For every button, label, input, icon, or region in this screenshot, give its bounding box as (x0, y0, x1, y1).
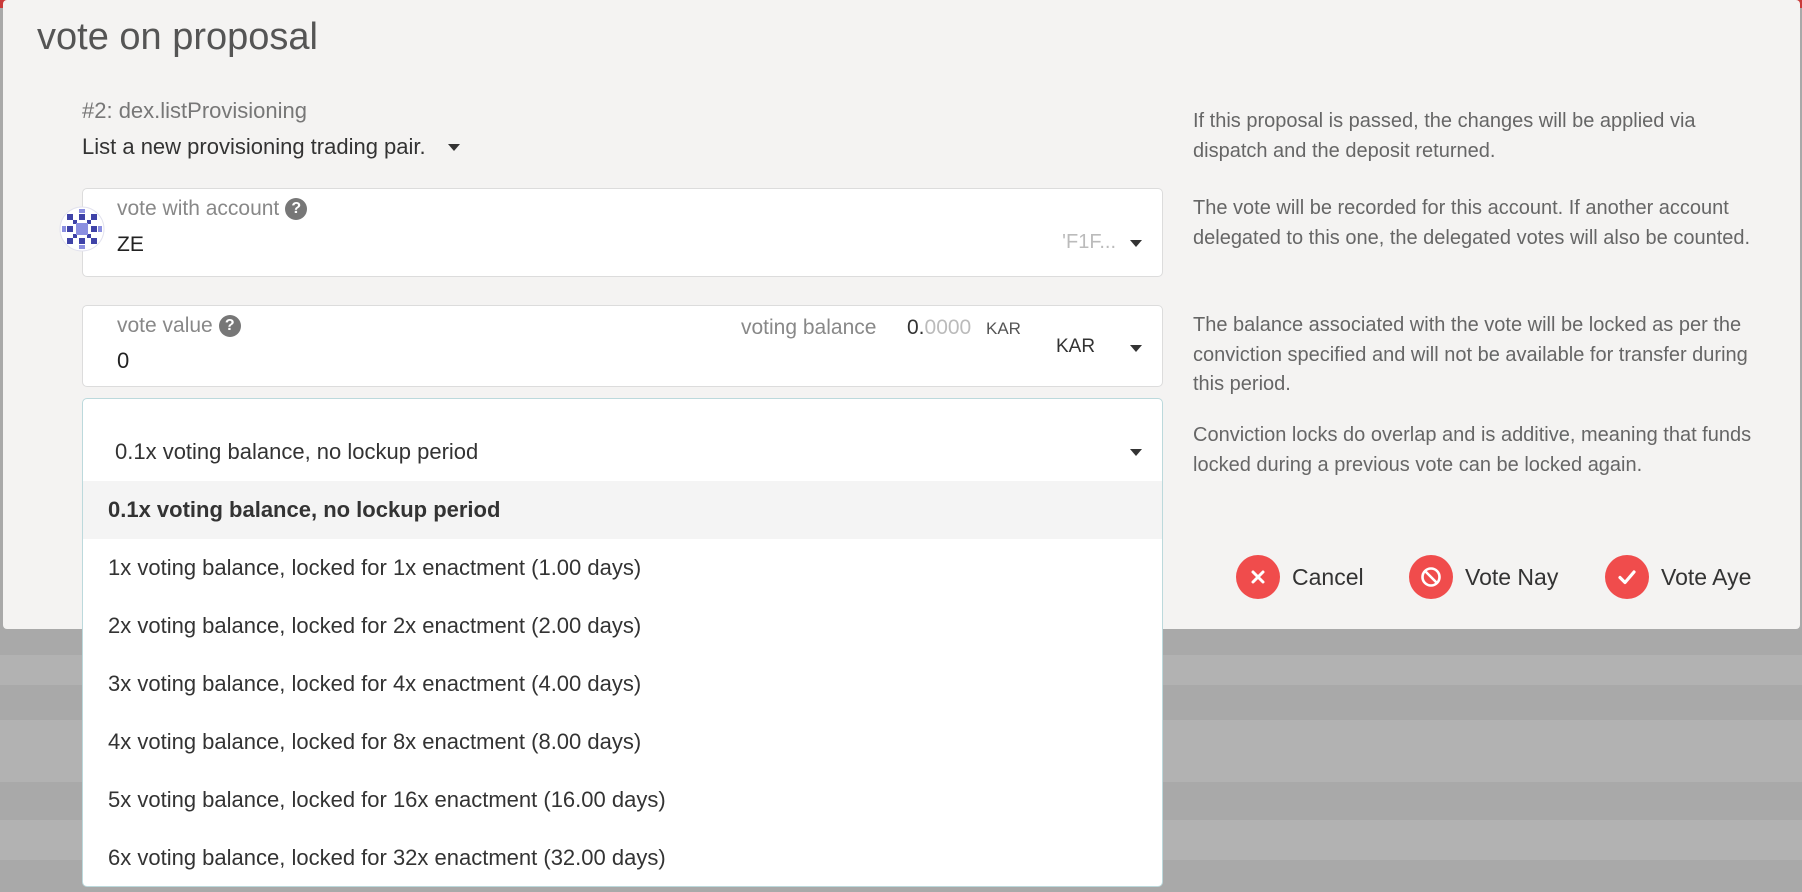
account-avatar-icon (59, 206, 105, 252)
account-label-row: vote with account ? (117, 197, 308, 221)
cancel-button[interactable]: Cancel (1236, 555, 1364, 599)
proposal-id: #2: dex.listProvisioning (82, 98, 308, 123)
conviction-option[interactable]: 6x voting balance, locked for 32x enactm… (83, 829, 1162, 886)
chevron-down-icon (1130, 240, 1142, 247)
modal-title: vote on proposal (37, 16, 318, 58)
help-text-balance: The balance associated with the vote wil… (1193, 314, 1748, 395)
account-name: ZE (117, 233, 144, 256)
conviction-selected[interactable]: 0.1x voting balance, no lockup period (115, 439, 478, 465)
conviction-option[interactable]: 4x voting balance, locked for 8x enactme… (83, 713, 1162, 771)
voting-balance-unit: KAR (986, 319, 1021, 338)
conviction-option[interactable]: 1x voting balance, locked for 1x enactme… (83, 539, 1162, 597)
conviction-option[interactable]: 3x voting balance, locked for 4x enactme… (83, 655, 1162, 713)
account-label: vote with account (117, 197, 280, 220)
vote-nay-button[interactable]: Vote Nay (1409, 555, 1558, 599)
proposal-description-toggle[interactable]: List a new provisioning trading pair. (82, 134, 460, 160)
conviction-dropdown[interactable]: 0.1x voting balance, no lockup period 0.… (82, 398, 1163, 887)
conviction-option[interactable]: 5x voting balance, locked for 16x enactm… (83, 771, 1162, 829)
conviction-option[interactable]: 2x voting balance, locked for 2x enactme… (83, 597, 1162, 655)
help-icon[interactable]: ? (285, 198, 308, 220)
vote-value-input[interactable]: 0 (117, 348, 129, 374)
account-address: 'F1F... (1062, 231, 1116, 253)
vote-nay-label: Vote Nay (1465, 563, 1559, 590)
help-icon[interactable]: ? (218, 315, 241, 337)
voting-balance-label: voting balance (741, 316, 877, 339)
vote-aye-button[interactable]: Vote Aye (1605, 555, 1751, 599)
voting-balance-decimal: 0000 (924, 316, 972, 339)
help-text-conviction: Conviction locks do overlap and is addit… (1193, 424, 1752, 476)
vote-value-field: vote value ? 0 voting balance 0.0000 KAR… (82, 305, 1163, 387)
vote-value-label: vote value (117, 314, 213, 337)
vote-modal: vote on proposal #2: dex.listProvisionin… (3, 0, 1800, 887)
chevron-down-icon[interactable] (1130, 449, 1142, 456)
conviction-options: 0.1x voting balance, no lockup period 1x… (83, 481, 1162, 886)
chevron-down-icon[interactable] (1130, 345, 1142, 352)
help-text-passed: If this proposal is passed, the changes … (1193, 110, 1696, 162)
conviction-option[interactable]: 0.1x voting balance, no lockup period (83, 481, 1162, 539)
check-icon (1605, 555, 1649, 599)
vote-value-label-row: vote value ? (117, 314, 241, 338)
close-icon (1236, 555, 1280, 599)
proposal-description: List a new provisioning trading pair. (82, 134, 426, 159)
unit-select[interactable]: KAR (1056, 336, 1095, 358)
vote-aye-label: Vote Aye (1661, 563, 1752, 590)
chevron-down-icon (447, 143, 460, 151)
help-text-recorded: The vote will be recorded for this accou… (1193, 197, 1751, 249)
cancel-label: Cancel (1292, 563, 1364, 590)
account-select[interactable]: vote with account ? ZE 'F1F... (82, 188, 1163, 277)
ban-icon (1409, 555, 1453, 599)
voting-balance-integer: 0. (907, 316, 925, 339)
voting-balance-value: 0.0000 (907, 316, 971, 340)
